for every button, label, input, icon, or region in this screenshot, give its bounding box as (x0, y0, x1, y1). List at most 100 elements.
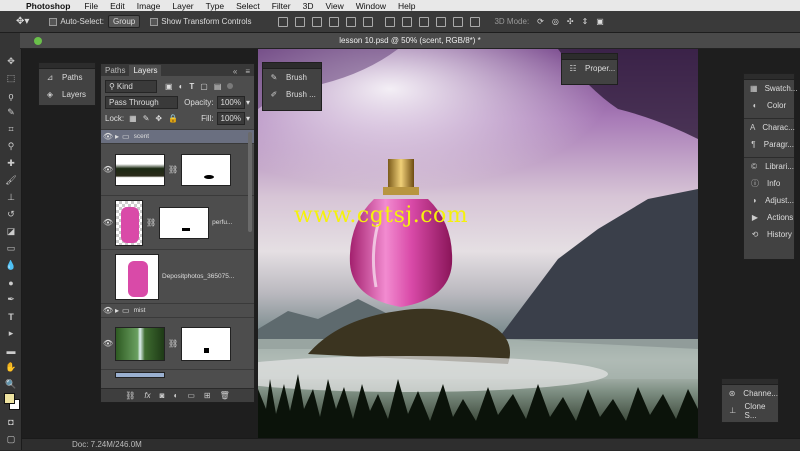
healing-brush-tool-icon[interactable]: ✚ (0, 155, 22, 172)
brush-tool-icon[interactable]: 🖌 (0, 172, 22, 189)
quick-select-tool-icon[interactable]: ✎ (0, 104, 22, 121)
screen-mode-icon[interactable]: ▢ (0, 431, 22, 448)
menu-image[interactable]: Image (137, 1, 161, 11)
auto-select-checkbox[interactable] (49, 17, 58, 26)
distribute-bottom-icon[interactable] (419, 16, 430, 27)
dodge-tool-icon[interactable]: ● (0, 274, 22, 291)
app-menu[interactable]: Photoshop (26, 1, 70, 11)
fill-input[interactable]: 100% (216, 111, 245, 125)
hand-tool-icon[interactable]: ✋ (0, 359, 22, 376)
type-tool-icon[interactable]: T (0, 308, 22, 325)
path-select-tool-icon[interactable]: ▸ (0, 325, 22, 342)
menu-select[interactable]: Select (236, 1, 260, 11)
adjustments-panel-button[interactable]: ◑ Adjust... (744, 192, 794, 209)
info-panel-button[interactable]: ⓘ Info (744, 175, 794, 192)
quick-mask-icon[interactable]: ◘ (0, 413, 22, 430)
filter-toggle[interactable] (227, 83, 234, 89)
visibility-eye-icon[interactable]: 👁 (101, 339, 115, 348)
delete-layer-icon[interactable]: 🗑 (220, 391, 230, 400)
distribute-right-icon[interactable] (470, 16, 481, 27)
shape-tool-icon[interactable]: ▬ (0, 342, 22, 359)
distribute-top-icon[interactable] (385, 16, 396, 27)
eraser-tool-icon[interactable]: ◪ (0, 223, 22, 240)
menu-view[interactable]: View (325, 1, 343, 11)
pen-tool-icon[interactable]: ✒ (0, 291, 22, 308)
tab-paths[interactable]: Paths (101, 65, 129, 76)
clone-stamp-tool-icon[interactable]: ⊥ (0, 189, 22, 206)
mask-thumbnail[interactable] (181, 326, 232, 361)
document-canvas[interactable] (258, 49, 698, 438)
align-left-icon[interactable] (329, 16, 340, 27)
lock-all-icon[interactable]: 🔒 (168, 114, 178, 123)
menu-layer[interactable]: Layer (172, 1, 193, 11)
align-middle-icon[interactable] (295, 16, 306, 27)
transform-controls-checkbox[interactable] (150, 17, 159, 26)
actions-panel-button[interactable]: ▶ Actions (744, 209, 794, 226)
character-panel-button[interactable]: A Charac... (744, 119, 795, 136)
zoom-tool-icon[interactable]: 🔍 (0, 376, 22, 393)
opacity-input[interactable]: 100% (216, 95, 245, 109)
auto-select-dropdown[interactable]: Group (107, 15, 141, 28)
visibility-eye-icon[interactable]: 👁 (101, 165, 115, 174)
clone-source-panel-button[interactable]: ⊥ Clone S... (722, 402, 778, 420)
layer-style-icon[interactable]: fx (144, 391, 150, 400)
lock-transparent-icon[interactable]: ▦ (129, 114, 137, 123)
layer-group-scent[interactable]: 👁 ▸ ▭ scent (101, 129, 254, 143)
fill-dropdown-arrow[interactable]: ▾ (246, 114, 250, 123)
lasso-tool-icon[interactable]: ϙ (0, 87, 22, 104)
history-panel-button[interactable]: ⟲ History (744, 226, 794, 243)
filter-smart-object-icon[interactable]: ▤ (214, 82, 222, 91)
visibility-eye-icon[interactable]: 👁 (101, 218, 115, 227)
menu-help[interactable]: Help (398, 1, 415, 11)
tab-layers[interactable]: Layers (129, 65, 162, 76)
menu-type[interactable]: Type (206, 1, 224, 11)
paths-panel-button[interactable]: ⊿ Paths (39, 69, 95, 86)
menu-3d[interactable]: 3D (303, 1, 314, 11)
opacity-dropdown-arrow[interactable]: ▾ (246, 98, 250, 107)
document-tab[interactable]: lesson 10.psd @ 50% (scent, RGB/8*) * (20, 33, 800, 49)
brush-presets-button[interactable]: ✐ Brush ... (263, 86, 321, 103)
lock-position-icon[interactable]: ✥ (155, 114, 162, 123)
distribute-center-icon[interactable] (453, 16, 464, 27)
visibility-eye-icon[interactable]: 👁 (101, 132, 115, 141)
slide-3d-icon[interactable]: ⇕ (582, 17, 589, 26)
layers-panel-button[interactable]: ◈ Layers (39, 86, 95, 103)
visibility-eye-icon[interactable]: 👁 (101, 306, 115, 315)
menu-window[interactable]: Window (356, 1, 386, 11)
align-bottom-icon[interactable] (312, 16, 323, 27)
gradient-tool-icon[interactable]: ▭ (0, 240, 22, 257)
swatches-panel-button[interactable]: ▦ Swatch... (744, 80, 797, 97)
move-tool-icon[interactable]: ✥▾ (16, 16, 29, 27)
crop-tool-icon[interactable]: ⌗ (0, 121, 22, 138)
drag-3d-icon[interactable]: ✣ (567, 17, 574, 26)
blur-tool-icon[interactable]: 💧 (0, 257, 22, 274)
libraries-panel-button[interactable]: © Librari... (744, 158, 794, 175)
eyedropper-tool-icon[interactable]: ⚲ (0, 138, 22, 155)
filter-shape-icon[interactable]: ▢ (200, 82, 208, 91)
orbit-3d-icon[interactable]: ⟳ (537, 17, 544, 26)
layer-row[interactable]: 👁 ⛓ (101, 317, 254, 369)
paragraph-panel-button[interactable]: ¶ Paragr... (744, 136, 794, 153)
filter-pixel-icon[interactable]: ▣ (165, 82, 173, 91)
layer-row[interactable]: 👁 ⛓ perfu... (101, 195, 254, 249)
roll-3d-icon[interactable]: ◎ (552, 17, 559, 26)
move-tool-icon[interactable]: ✥ (0, 53, 22, 70)
panel-menu-icon[interactable]: ≡ (241, 67, 254, 76)
filter-type-icon[interactable]: T (189, 82, 194, 91)
properties-panel-button[interactable]: ☷ Proper... (562, 60, 617, 77)
layer-row-partial[interactable] (101, 369, 254, 379)
new-group-icon[interactable]: ▭ (187, 391, 195, 400)
distribute-left-icon[interactable] (436, 16, 447, 27)
expand-arrow-icon[interactable]: ▸ (115, 306, 119, 315)
filter-adjustment-icon[interactable]: ◐ (179, 82, 184, 91)
foreground-color-swatch[interactable] (4, 393, 15, 404)
layer-row[interactable]: 👁 ⛓ (101, 143, 254, 195)
expand-arrow-icon[interactable]: ▸ (115, 132, 119, 141)
mask-thumbnail[interactable] (159, 206, 210, 239)
add-mask-icon[interactable]: ◙ (160, 391, 165, 400)
history-brush-tool-icon[interactable]: ↺ (0, 206, 22, 223)
adjustment-layer-icon[interactable]: ◐ (173, 391, 178, 400)
brush-panel-button[interactable]: ✎ Brush (263, 69, 321, 86)
channels-panel-button[interactable]: ⊛ Channe... (722, 385, 778, 402)
close-tab-icon[interactable] (34, 37, 42, 45)
